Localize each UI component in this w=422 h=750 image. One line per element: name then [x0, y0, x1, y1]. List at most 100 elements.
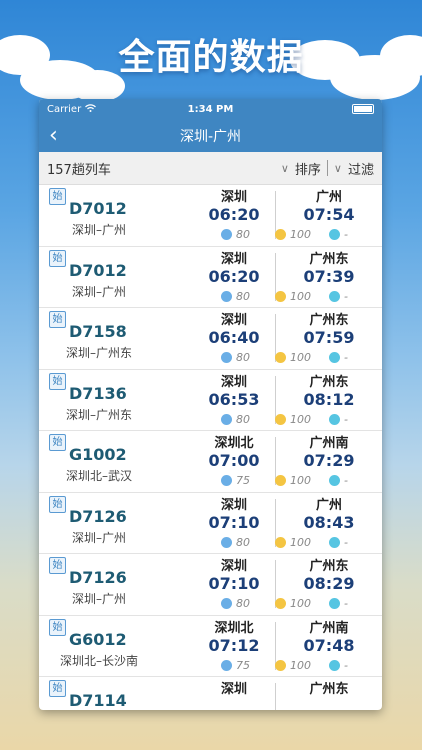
seat-second-class: 80 — [221, 351, 250, 364]
seat-business-class: - — [329, 413, 348, 426]
seat-value: - — [344, 535, 348, 549]
arrival-station: 广州东 — [309, 559, 349, 574]
train-row[interactable]: 始 D7126 深圳–广州 深圳 07:10 广州 08:43 80 100 - — [39, 493, 382, 554]
seat-first-class: 100 — [275, 290, 311, 303]
seat-business-class: - — [329, 290, 348, 303]
seat-value: - — [344, 597, 348, 610]
seat-value: 75 — [236, 474, 250, 487]
departure-time: 06:20 — [208, 205, 260, 224]
departure-station: 深圳 — [220, 251, 247, 267]
start-badge: 始 — [49, 557, 66, 574]
seat-icon — [275, 229, 286, 240]
train-row[interactable]: 始 D7114 深圳 广州东 — [39, 677, 382, 710]
arrival-time: 07:59 — [303, 328, 355, 347]
seat-business-class: - — [329, 228, 348, 241]
seat-value: - — [344, 412, 348, 426]
seat-value: 80 — [236, 535, 250, 549]
train-route: 深圳–广州东 — [65, 407, 132, 422]
divider — [326, 160, 328, 176]
promo-title: 全面的数据 — [118, 37, 304, 78]
train-route: 深圳北–长沙南 — [59, 653, 138, 668]
arrival-station: 广州东 — [309, 682, 349, 697]
chevron-down-icon: ∨ — [280, 161, 289, 175]
start-badge: 始 — [49, 680, 66, 697]
seat-icon — [329, 352, 340, 363]
seat-first-class: 100 — [275, 659, 311, 672]
seat-icon — [275, 598, 286, 609]
departure-time: 07:10 — [208, 512, 260, 532]
seat-value: - — [344, 228, 348, 241]
train-number: D7158 — [69, 322, 127, 341]
departure-station: 深圳北 — [214, 620, 254, 636]
departure-station: 深圳 — [220, 497, 247, 513]
arrival-station: 广州 — [315, 497, 342, 513]
departure-time: 06:20 — [208, 266, 260, 286]
seat-value: 100 — [290, 289, 311, 303]
train-row[interactable]: 始 D7012 深圳–广州 深圳 06:20 广州东 07:39 80 100 … — [39, 247, 382, 308]
seat-value: 80 — [236, 597, 250, 610]
seat-first-class: 100 — [275, 536, 311, 549]
train-row[interactable]: 始 D7126 深圳–广州 深圳 07:10 广州东 08:29 80 100 … — [39, 554, 382, 616]
seat-second-class: 80 — [221, 290, 250, 303]
seat-icon — [329, 290, 340, 302]
seat-icon — [329, 659, 340, 671]
start-badge: 始 — [49, 434, 66, 451]
departure-station: 深圳 — [220, 559, 247, 574]
seat-icon — [329, 536, 340, 548]
seat-icon — [275, 475, 286, 486]
arrival-station: 广州南 — [309, 436, 349, 451]
arrival-time: 08:12 — [303, 389, 355, 409]
seat-value: 100 — [290, 474, 311, 487]
train-row[interactable]: 始 D7012 深圳–广州 深圳 06:20 广州 07:54 80 100 - — [39, 185, 382, 247]
filter-button[interactable]: ∨ 过滤 — [334, 159, 374, 178]
seat-business-class: - — [329, 659, 348, 672]
seat-icon — [221, 659, 232, 671]
seat-icon — [275, 290, 286, 302]
departure-time: 07:10 — [208, 574, 260, 593]
train-route: 深圳–广州 — [71, 223, 126, 237]
departure-time: 07:00 — [208, 451, 260, 470]
seat-first-class: 100 — [275, 474, 311, 487]
sort-button[interactable]: ∨ 排序 — [281, 159, 321, 178]
seat-icon — [329, 413, 340, 425]
train-route: 深圳–广州 — [71, 284, 126, 299]
train-route: 深圳北–武汉 — [65, 469, 132, 483]
seat-value: 80 — [236, 412, 250, 426]
back-icon[interactable]: ‹ — [49, 123, 58, 148]
seat-second-class: 75 — [221, 474, 250, 487]
train-row[interactable]: 始 D7158 深圳–广州东 深圳 06:40 广州东 07:59 80 100… — [39, 308, 382, 370]
seat-icon — [221, 413, 232, 425]
departure-time: 06:53 — [208, 389, 260, 409]
arrival-time: 07:29 — [303, 451, 355, 470]
page-title: 深圳-广州 — [179, 128, 242, 145]
seat-value: 100 — [290, 658, 311, 672]
seat-first-class: 100 — [275, 597, 311, 610]
departure-station: 深圳 — [220, 313, 247, 328]
seat-second-class: 75 — [221, 659, 250, 672]
arrival-station: 广州东 — [309, 313, 349, 328]
seat-value: - — [344, 658, 348, 672]
departure-station: 深圳北 — [214, 436, 254, 451]
start-badge: 始 — [49, 495, 66, 513]
train-count: 157趟列车 — [47, 162, 111, 178]
seat-icon — [221, 598, 232, 609]
seat-value: - — [344, 474, 348, 487]
seat-value: 100 — [290, 412, 311, 426]
seat-value: 80 — [236, 228, 250, 241]
train-row[interactable]: 始 G1002 深圳北–武汉 深圳北 07:00 广州南 07:29 75 10… — [39, 431, 382, 493]
train-route: 深圳–广州 — [71, 592, 126, 606]
train-list: 始 D7012 深圳–广州 深圳 06:20 广州 07:54 80 100 -… — [39, 185, 382, 710]
start-badge: 始 — [49, 311, 66, 328]
seat-icon — [329, 475, 340, 486]
arrival-station: 广州东 — [309, 374, 349, 390]
seat-business-class: - — [329, 536, 348, 549]
seat-business-class: - — [329, 597, 348, 610]
departure-station: 深圳 — [220, 374, 247, 390]
seat-value: 100 — [290, 597, 311, 610]
train-row[interactable]: 始 D7136 深圳–广州东 深圳 06:53 广州东 08:12 80 100… — [39, 370, 382, 431]
arrival-time: 07:54 — [303, 205, 355, 224]
seat-icon — [221, 536, 232, 548]
train-row[interactable]: 始 G6012 深圳北–长沙南 深圳北 07:12 广州南 07:48 75 1… — [39, 616, 382, 677]
train-number: G1002 — [69, 445, 127, 464]
seat-icon — [275, 659, 286, 671]
